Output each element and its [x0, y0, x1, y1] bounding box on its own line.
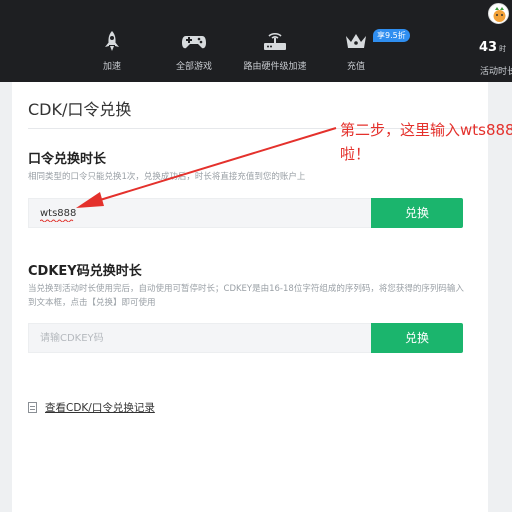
annotation-text: 第二步，这里输入wts888 啦！	[340, 118, 512, 166]
annotation-line-1: 第二步，这里输入wts888	[340, 121, 512, 139]
annotation-line-2: 啦！	[340, 145, 371, 163]
annotation-arrow	[76, 127, 337, 208]
